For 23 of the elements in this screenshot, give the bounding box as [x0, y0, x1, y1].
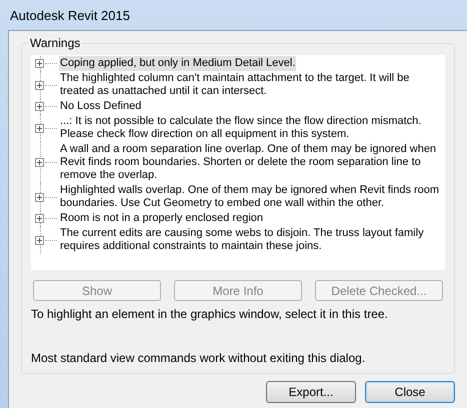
dialog-button[interactable]: Export...: [266, 381, 356, 403]
hint-text: To highlight an element in the graphics window, select it in this tree.: [31, 306, 389, 323]
expand-icon[interactable]: [35, 158, 44, 167]
warning-item[interactable]: Highlighted walls overlap. One of them may be ignored when Revit finds room boundaries. Use Cut Geometry to embed one wall within the other.: [59, 183, 443, 211]
warning-item[interactable]: The current edits are causing some webs to disjoin. The truss layout family requires additional constraints to maintain these joins.: [59, 226, 443, 254]
expand-icon[interactable]: [35, 192, 44, 202]
expand-icon[interactable]: [35, 59, 44, 68]
expand-icon[interactable]: [35, 124, 44, 132]
warning-item[interactable]: No Loss Defined: [59, 99, 142, 114]
group-label: Warnings: [28, 36, 82, 50]
hint-text: Most standard view commands work without exiting this dialog.: [31, 350, 366, 367]
expand-icon[interactable]: [35, 236, 44, 244]
expand-icon[interactable]: [35, 214, 44, 223]
dialog-button[interactable]: Close: [365, 381, 455, 403]
warning-item[interactable]: A wall and a room separation line overlap. One of them may be ignored when Revit finds room boundaries. Shorten or delete the room separation line to remove the overlap.: [59, 142, 443, 183]
window-title: Autodesk Revit 2015: [9, 7, 131, 25]
warning-item[interactable]: ...: It is not possible to calculate the flow since the flow direction mismatch. Please check flow direction on all equipment in this system.: [59, 114, 443, 142]
warning-item[interactable]: The highlighted column can't maintain attachment to the target. It will be treated as unattached until it can intersect.: [59, 71, 443, 99]
warnings-tree[interactable]: [31, 55, 445, 270]
expand-icon[interactable]: [35, 102, 44, 111]
warning-item[interactable]: Room is not in a properly enclosed region: [59, 211, 264, 226]
warning-item[interactable]: Coping applied, but only in Medium Detail Level.: [59, 56, 296, 71]
expand-icon[interactable]: [35, 80, 44, 90]
